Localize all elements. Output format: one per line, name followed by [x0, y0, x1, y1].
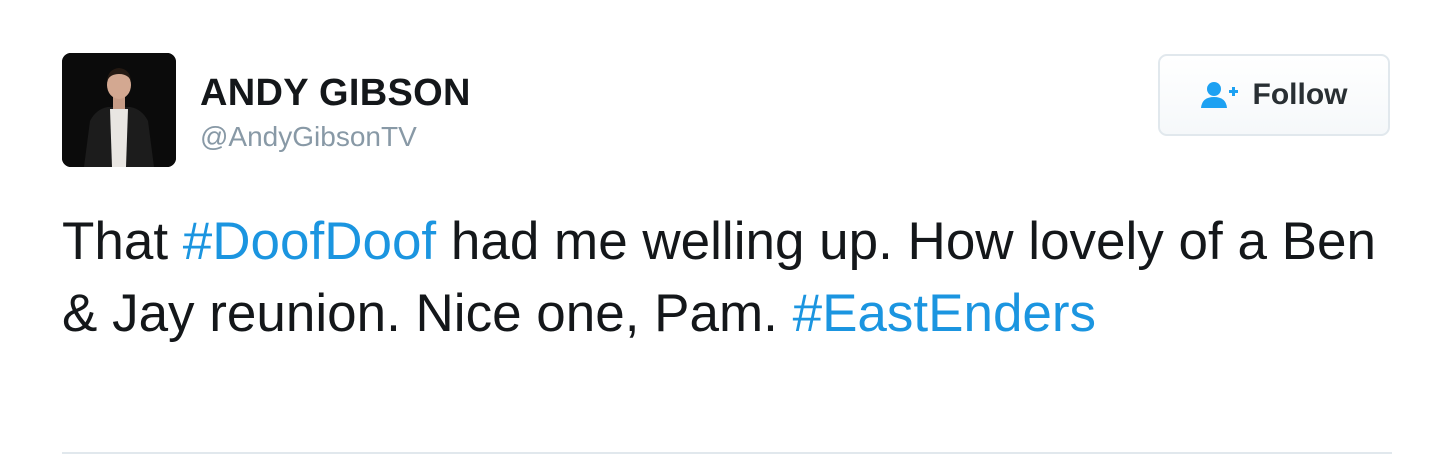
divider [62, 452, 1392, 454]
hashtag-link-eastenders[interactable]: #EastEnders [793, 284, 1096, 343]
hashtag-link-doofdoof[interactable]: #DoofDoof [183, 212, 436, 271]
add-user-icon [1200, 81, 1239, 109]
avatar[interactable] [62, 53, 176, 167]
tweet-card: ANDY GIBSON @AndyGibsonTV Follow That #D… [0, 0, 1440, 459]
tweet-text: That #DoofDoof had me welling up. How lo… [62, 206, 1382, 350]
avatar-photo [62, 53, 176, 167]
follow-button[interactable]: Follow [1158, 54, 1390, 136]
follow-label: Follow [1252, 78, 1348, 111]
author-handle[interactable]: @AndyGibsonTV [200, 120, 417, 154]
tweet-text-segment: That [62, 212, 183, 271]
author-name[interactable]: ANDY GIBSON [200, 70, 471, 116]
